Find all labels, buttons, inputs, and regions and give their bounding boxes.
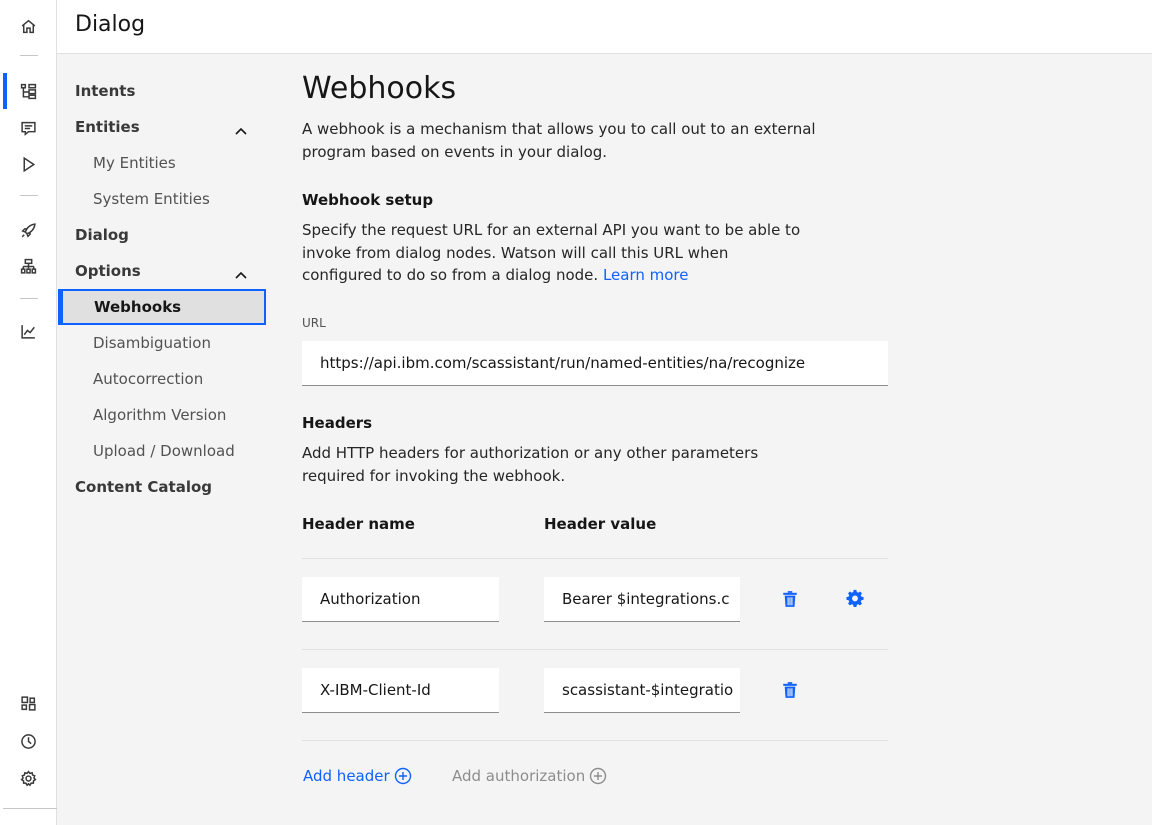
nav-item-disambiguation[interactable]: Disambiguation bbox=[57, 325, 267, 361]
header-name-input[interactable]: X-IBM-Client-Id bbox=[302, 668, 499, 713]
add-authorization-button[interactable]: Add authorization bbox=[452, 767, 607, 785]
settings-icon[interactable] bbox=[0, 760, 57, 796]
nav-item-my-entities[interactable]: My Entities bbox=[57, 145, 267, 181]
chevron-up-icon bbox=[235, 265, 247, 279]
header-value-input[interactable]: scassistant-$integratio bbox=[544, 668, 740, 713]
trash-icon[interactable] bbox=[778, 587, 802, 611]
row-divider bbox=[302, 740, 888, 741]
rail-divider bbox=[20, 195, 38, 196]
gear-icon[interactable] bbox=[843, 586, 867, 610]
secondary-nav: Intents Entities My Entities System Enti… bbox=[57, 55, 269, 825]
trash-icon[interactable] bbox=[778, 678, 802, 702]
add-authorization-label: Add authorization bbox=[452, 767, 586, 785]
page-title: Dialog bbox=[75, 12, 146, 37]
chat-icon[interactable] bbox=[0, 110, 57, 146]
nav-item-upload-download[interactable]: Upload / Download bbox=[57, 433, 267, 469]
section-title: Webhooks bbox=[302, 71, 457, 106]
icon-rail bbox=[0, 0, 57, 825]
header-value-column: Header value bbox=[544, 515, 657, 533]
webhook-setup-heading: Webhook setup bbox=[302, 191, 434, 209]
add-header-button[interactable]: Add header bbox=[303, 767, 412, 785]
nav-item-system-entities[interactable]: System Entities bbox=[57, 181, 267, 217]
nav-item-intents[interactable]: Intents bbox=[57, 73, 267, 109]
url-input[interactable]: https://api.ibm.com/scassistant/run/name… bbox=[302, 341, 888, 386]
nav-item-algorithm-version[interactable]: Algorithm Version bbox=[57, 397, 267, 433]
learn-more-link[interactable]: Learn more bbox=[603, 266, 689, 284]
headers-heading: Headers bbox=[302, 414, 373, 432]
top-header: Dialog bbox=[57, 0, 1152, 54]
rail-divider bbox=[3, 808, 57, 809]
nav-item-autocorrection[interactable]: Autocorrection bbox=[57, 361, 267, 397]
main-content: Webhooks A webhook is a mechanism that a… bbox=[302, 55, 1122, 825]
hierarchy-icon[interactable] bbox=[0, 248, 57, 284]
dialog-tree-icon[interactable] bbox=[0, 73, 57, 109]
header-name-input[interactable]: Authorization bbox=[302, 577, 499, 622]
row-divider bbox=[302, 558, 888, 559]
apps-icon[interactable] bbox=[0, 685, 57, 721]
add-header-label: Add header bbox=[303, 767, 390, 785]
webhook-description: A webhook is a mechanism that allows you… bbox=[302, 120, 816, 161]
row-divider bbox=[302, 649, 888, 650]
add-circle-icon bbox=[590, 767, 607, 785]
setup-description-text: Specify the request URL for an external … bbox=[302, 221, 801, 284]
rail-divider bbox=[20, 55, 38, 56]
analytics-icon[interactable] bbox=[0, 313, 57, 349]
nav-item-options[interactable]: Options bbox=[57, 253, 267, 289]
rocket-icon[interactable] bbox=[0, 212, 57, 248]
headers-description: Add HTTP headers for authorization or an… bbox=[302, 444, 759, 485]
nav-item-content-catalog[interactable]: Content Catalog bbox=[57, 469, 267, 505]
history-icon[interactable] bbox=[0, 723, 57, 759]
rail-divider bbox=[20, 298, 38, 299]
add-circle-icon bbox=[394, 767, 411, 785]
nav-item-entities[interactable]: Entities bbox=[57, 109, 267, 145]
nav-item-webhooks[interactable]: Webhooks bbox=[58, 289, 266, 325]
nav-item-dialog[interactable]: Dialog bbox=[57, 217, 267, 253]
url-label: URL bbox=[302, 316, 326, 330]
play-icon[interactable] bbox=[0, 146, 57, 182]
header-name-column: Header name bbox=[302, 515, 415, 533]
home-icon[interactable] bbox=[0, 8, 57, 44]
chevron-up-icon bbox=[235, 121, 247, 135]
webhook-setup-description: Specify the request URL for an external … bbox=[302, 219, 802, 287]
header-value-input[interactable]: Bearer $integrations.c bbox=[544, 577, 740, 622]
